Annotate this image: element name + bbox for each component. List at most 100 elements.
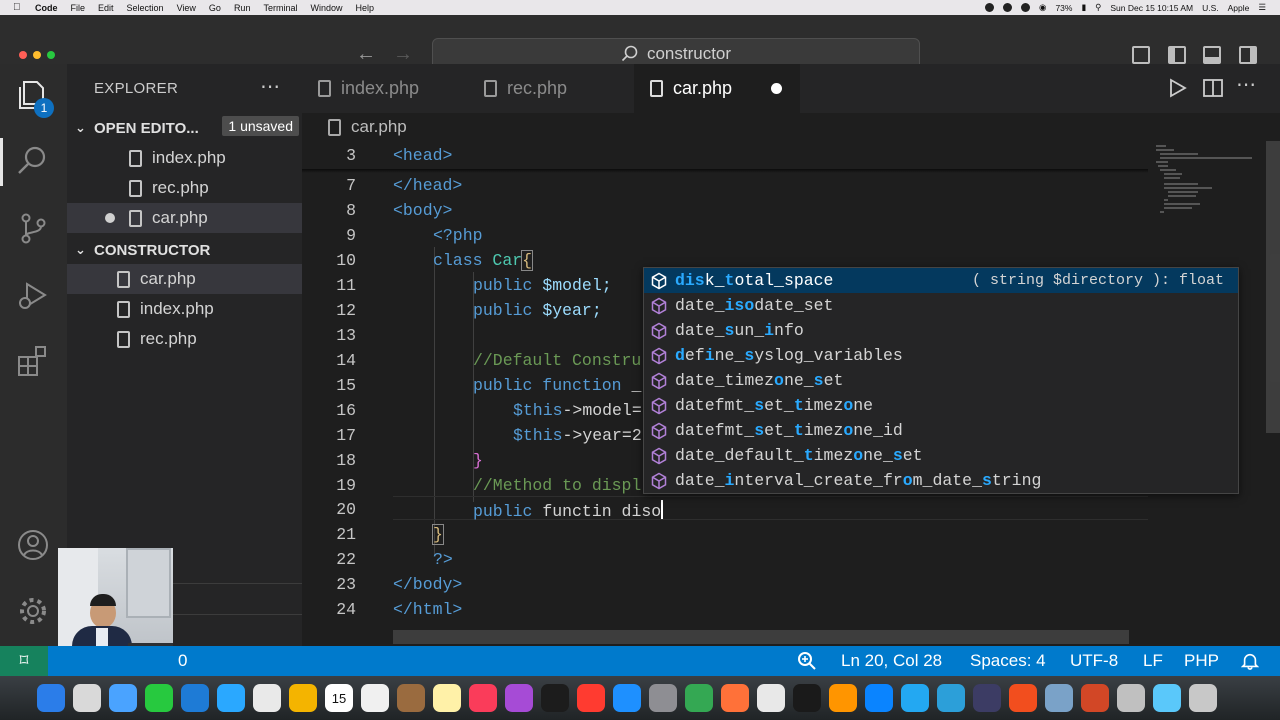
forward-arrow-icon[interactable]: → bbox=[393, 43, 413, 66]
minimize-window-button[interactable] bbox=[33, 51, 41, 59]
dock-app-icon[interactable] bbox=[37, 684, 65, 712]
toggle-secondary-sidebar-icon[interactable] bbox=[1239, 46, 1257, 64]
dock-app-icon[interactable] bbox=[433, 684, 461, 712]
dock-app-icon[interactable] bbox=[109, 684, 137, 712]
suggestion-item[interactable]: datefmt_set_timezone bbox=[644, 393, 1238, 418]
dock-app-icon[interactable] bbox=[937, 684, 965, 712]
open-editors-section-header[interactable]: ⌄ OPEN EDITO... 1 unsaved bbox=[67, 115, 302, 141]
status-icon[interactable] bbox=[1021, 3, 1031, 12]
open-editor-item[interactable]: rec.php bbox=[67, 173, 302, 203]
dock-app-icon[interactable] bbox=[1153, 684, 1181, 712]
record-icon[interactable] bbox=[985, 3, 995, 12]
suggestion-item[interactable]: disk_total_space ( string $directory ): f… bbox=[644, 268, 1238, 293]
menu-selection[interactable]: Selection bbox=[127, 3, 164, 13]
explorer-icon[interactable]: 1 bbox=[16, 78, 54, 118]
battery-percent[interactable]: 73% bbox=[1055, 3, 1072, 13]
menu-list-icon[interactable]: ☰ bbox=[1258, 2, 1266, 13]
dock-app-icon[interactable] bbox=[901, 684, 929, 712]
clock[interactable]: Sun Dec 15 10:15 AM bbox=[1110, 3, 1193, 13]
toggle-panel-icon[interactable] bbox=[1203, 46, 1221, 64]
unsaved-dot-icon[interactable] bbox=[105, 213, 115, 223]
status-icon[interactable] bbox=[1003, 3, 1013, 12]
unsaved-dot-icon[interactable] bbox=[771, 83, 782, 94]
menu-app-name[interactable]: Code bbox=[35, 3, 58, 13]
cursor-position[interactable]: Ln 20, Col 28 bbox=[841, 651, 942, 671]
dock-app-icon[interactable] bbox=[289, 684, 317, 712]
user-name[interactable]: Apple bbox=[1228, 3, 1250, 13]
suggestion-item[interactable]: date_isodate_set bbox=[644, 293, 1238, 318]
menu-edit[interactable]: Edit bbox=[98, 3, 114, 13]
indentation[interactable]: Spaces: 4 bbox=[970, 651, 1046, 671]
dock-app-icon[interactable] bbox=[721, 684, 749, 712]
dock-app-icon[interactable] bbox=[1045, 684, 1073, 712]
dock-app-icon[interactable] bbox=[469, 684, 497, 712]
menu-window[interactable]: Window bbox=[310, 3, 342, 13]
run-debug-icon[interactable] bbox=[16, 278, 50, 312]
menu-run[interactable]: Run bbox=[234, 3, 251, 13]
encoding[interactable]: UTF-8 bbox=[1070, 651, 1118, 671]
run-icon[interactable] bbox=[1165, 76, 1189, 100]
toggle-primary-sidebar-icon[interactable] bbox=[1168, 46, 1186, 64]
wifi-icon[interactable]: ◉ bbox=[1039, 2, 1046, 13]
dock-app-icon[interactable] bbox=[1081, 684, 1109, 712]
back-arrow-icon[interactable]: ← bbox=[356, 43, 376, 66]
dock-app-icon[interactable] bbox=[685, 684, 713, 712]
close-window-button[interactable] bbox=[19, 51, 27, 59]
tab-car-php[interactable]: car.php bbox=[634, 64, 800, 113]
dock-app-icon[interactable] bbox=[253, 684, 281, 712]
menu-help[interactable]: Help bbox=[355, 3, 374, 13]
problems-count[interactable]: 0 bbox=[178, 651, 187, 671]
suggestion-item[interactable]: date_interval_create_from_date_string bbox=[644, 468, 1238, 493]
breadcrumb-file[interactable]: car.php bbox=[351, 117, 407, 137]
input-source[interactable]: U.S. bbox=[1202, 3, 1219, 13]
open-editor-item[interactable]: index.php bbox=[67, 143, 302, 173]
dock-app-icon[interactable] bbox=[181, 684, 209, 712]
accounts-icon[interactable] bbox=[16, 528, 50, 562]
dock-app-icon[interactable] bbox=[361, 684, 389, 712]
dock-app-icon[interactable] bbox=[973, 684, 1001, 712]
dock-app-icon[interactable] bbox=[145, 684, 173, 712]
dock-app-icon[interactable] bbox=[1009, 684, 1037, 712]
horizontal-scrollbar[interactable] bbox=[393, 630, 1129, 644]
vertical-scrollbar[interactable] bbox=[1266, 141, 1280, 433]
dock-app-icon[interactable] bbox=[1189, 684, 1217, 712]
dock-app-icon[interactable] bbox=[397, 684, 425, 712]
suggestion-item[interactable]: datefmt_set_timezone_id bbox=[644, 418, 1238, 443]
notifications-bell-icon[interactable] bbox=[1240, 651, 1260, 676]
settings-gear-icon[interactable] bbox=[16, 594, 50, 628]
folder-section-header[interactable]: ⌄ CONSTRUCTOR bbox=[67, 237, 302, 263]
split-editor-icon[interactable] bbox=[1201, 76, 1225, 100]
calendar-icon[interactable]: 15 bbox=[325, 684, 353, 712]
search-icon[interactable] bbox=[16, 144, 50, 178]
suggestion-item[interactable]: define_syslog_variables bbox=[644, 343, 1238, 368]
menu-terminal[interactable]: Terminal bbox=[263, 3, 297, 13]
dock-app-icon[interactable] bbox=[757, 684, 785, 712]
more-actions-icon[interactable]: ⋯ bbox=[260, 74, 280, 99]
dock-app-icon[interactable] bbox=[73, 684, 101, 712]
dock-app-icon[interactable] bbox=[649, 684, 677, 712]
menu-file[interactable]: File bbox=[71, 3, 86, 13]
dock-app-icon[interactable] bbox=[1117, 684, 1145, 712]
remote-indicator-icon[interactable]: ⌑ bbox=[0, 646, 48, 676]
menu-view[interactable]: View bbox=[177, 3, 196, 13]
dock-app-icon[interactable] bbox=[505, 684, 533, 712]
dock-app-icon[interactable] bbox=[541, 684, 569, 712]
tab-index-php[interactable]: index.php bbox=[302, 64, 467, 113]
source-control-icon[interactable] bbox=[16, 211, 50, 245]
customize-layout-icon[interactable] bbox=[1132, 46, 1150, 64]
tab-rec-php[interactable]: rec.php bbox=[468, 64, 634, 113]
folder-file-item[interactable]: rec.php bbox=[67, 324, 302, 354]
folder-file-item[interactable]: index.php bbox=[67, 294, 302, 324]
dock-app-icon[interactable] bbox=[865, 684, 893, 712]
dock-app-icon[interactable] bbox=[829, 684, 857, 712]
open-editor-item[interactable]: car.php bbox=[67, 203, 302, 233]
extensions-icon[interactable] bbox=[16, 344, 50, 378]
folder-file-item[interactable]: car.php bbox=[67, 264, 302, 294]
suggestion-item[interactable]: date_timezone_set bbox=[644, 368, 1238, 393]
language-mode[interactable]: PHP bbox=[1184, 651, 1219, 671]
suggestion-item[interactable]: date_default_timezone_set bbox=[644, 443, 1238, 468]
search-icon[interactable]: ⚲ bbox=[1095, 2, 1101, 13]
dock-app-icon[interactable] bbox=[613, 684, 641, 712]
end-of-line[interactable]: LF bbox=[1143, 651, 1163, 671]
menu-go[interactable]: Go bbox=[209, 3, 221, 13]
